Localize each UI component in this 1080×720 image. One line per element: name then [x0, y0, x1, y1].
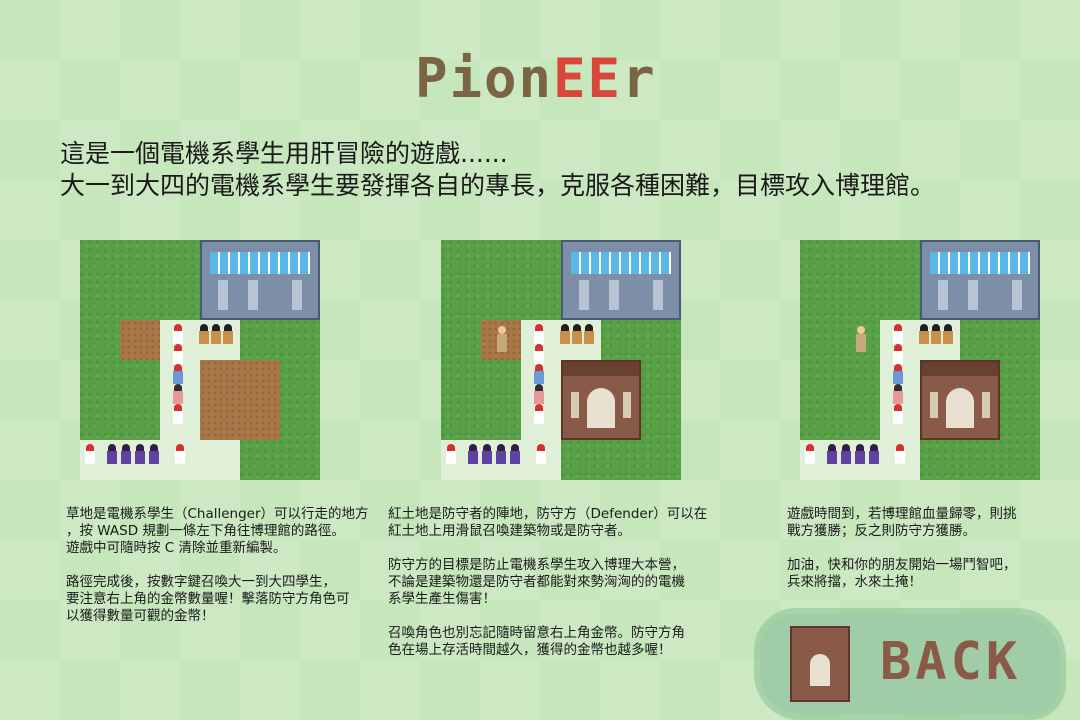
student-sprite: [210, 324, 222, 344]
student-sprite: [174, 444, 186, 464]
intro-text: 這是一個電機系學生用肝冒險的遊戲...... 大一到大四的電機系學生要發揮各自的…: [60, 138, 1060, 202]
student-sprite: [918, 324, 930, 344]
student-sprite: [894, 444, 906, 464]
student-sprite: [892, 384, 904, 404]
student-sprite: [172, 404, 184, 424]
student-sprite: [533, 384, 545, 404]
student-sprite: [120, 444, 132, 464]
student-sprite: [533, 324, 545, 344]
back-button[interactable]: BACK: [760, 614, 1060, 714]
hall-building: [920, 360, 1000, 440]
student-sprite: [930, 324, 942, 344]
boli-hall-building: [920, 240, 1040, 320]
student-sprite: [198, 324, 210, 344]
student-sprite: [535, 444, 547, 464]
defender-instructions: 紅土地是防守者的陣地，防守方（Defender）可以在 紅土地上用滑鼠召喚建築物…: [388, 506, 708, 658]
student-sprite: [533, 404, 545, 424]
student-sprite: [583, 324, 595, 344]
student-sprite: [509, 444, 521, 464]
defender-sprite: [854, 326, 868, 352]
student-sprite: [892, 404, 904, 424]
path-tile: [80, 440, 240, 480]
student-sprite: [559, 324, 571, 344]
student-sprite: [868, 444, 880, 464]
intro-line-2: 大一到大四的電機系學生要發揮各自的專長，克服各種困難，目標攻入博理館。: [60, 171, 936, 200]
student-sprite: [172, 364, 184, 384]
game-logo: PionEEr: [415, 52, 657, 106]
challenger-instructions: 草地是電機系學生（Challenger）可以行走的地方 ，按 WASD 規劃一條…: [66, 506, 369, 624]
hall-icon: [790, 626, 850, 702]
student-sprite: [804, 444, 816, 464]
logo-part-3: r: [622, 47, 657, 110]
student-sprite: [840, 444, 852, 464]
student-sprite: [854, 444, 866, 464]
illustration-challenger-path: [80, 240, 320, 480]
student-sprite: [445, 444, 457, 464]
back-button-label: BACK: [880, 632, 1022, 692]
defender-sprite: [495, 326, 509, 352]
student-sprite: [84, 444, 96, 464]
student-sprite: [222, 324, 234, 344]
boli-hall-building: [561, 240, 681, 320]
victory-instructions: 遊戲時間到，若博理館血量歸零，則挑 戰方獲勝；反之則防守方獲勝。 加油，快和你的…: [787, 506, 1017, 590]
student-sprite: [892, 344, 904, 364]
student-sprite: [467, 444, 479, 464]
illustration-game-end: [800, 240, 1040, 480]
student-sprite: [826, 444, 838, 464]
student-sprite: [172, 324, 184, 344]
student-sprite: [148, 444, 160, 464]
intro-line-1: 這是一個電機系學生用肝冒險的遊戲......: [60, 139, 508, 168]
illustration-defender-territory: [441, 240, 681, 480]
dirt-tile: [120, 320, 160, 360]
student-sprite: [172, 384, 184, 404]
student-sprite: [495, 444, 507, 464]
student-sprite: [481, 444, 493, 464]
student-sprite: [106, 444, 118, 464]
student-sprite: [892, 364, 904, 384]
student-sprite: [172, 344, 184, 364]
dirt-tile: [200, 360, 280, 440]
boli-hall-building: [200, 240, 320, 320]
logo-part-1: Pion: [415, 47, 554, 110]
student-sprite: [892, 324, 904, 344]
hall-building: [561, 360, 641, 440]
student-sprite: [571, 324, 583, 344]
logo-part-2: EE: [553, 47, 623, 110]
student-sprite: [942, 324, 954, 344]
student-sprite: [533, 364, 545, 384]
student-sprite: [533, 344, 545, 364]
student-sprite: [134, 444, 146, 464]
